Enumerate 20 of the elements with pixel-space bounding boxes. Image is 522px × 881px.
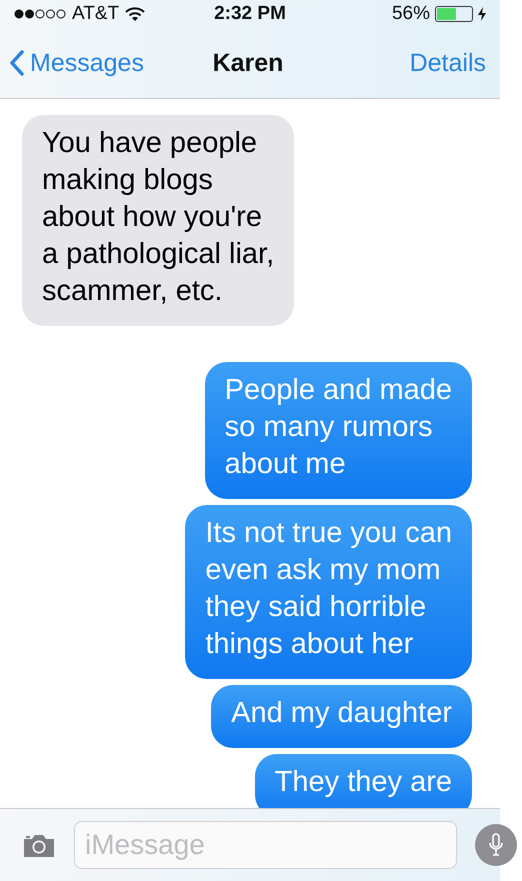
contact-name: Karen bbox=[212, 48, 284, 78]
back-button[interactable]: Messages bbox=[10, 48, 213, 78]
camera-icon[interactable] bbox=[22, 832, 56, 858]
signal-icon bbox=[14, 9, 66, 19]
microphone-icon bbox=[488, 832, 504, 858]
message-bubble: And my daughter bbox=[211, 685, 472, 748]
battery-percent: 56% bbox=[392, 3, 430, 25]
wifi-icon bbox=[125, 6, 146, 22]
battery-icon bbox=[435, 6, 473, 22]
status-time: 2:32 PM bbox=[214, 3, 286, 25]
message-bubble: They they are bbox=[254, 754, 472, 808]
message-bubble: Its not true you can even ask my mom they said horrible things about her bbox=[185, 505, 472, 679]
carrier-name: AT&T bbox=[72, 3, 120, 25]
details-button[interactable]: Details bbox=[410, 48, 486, 78]
message-input[interactable]: iMessage bbox=[74, 821, 457, 869]
message-bubble: You have people making blogs about how you're a pathological liar, scammer, etc. bbox=[22, 115, 294, 326]
chevron-icon bbox=[10, 50, 24, 76]
charging-icon bbox=[478, 7, 486, 21]
microphone-button[interactable] bbox=[475, 824, 517, 866]
message-bubble: People and made so many rumors about me bbox=[204, 362, 472, 499]
